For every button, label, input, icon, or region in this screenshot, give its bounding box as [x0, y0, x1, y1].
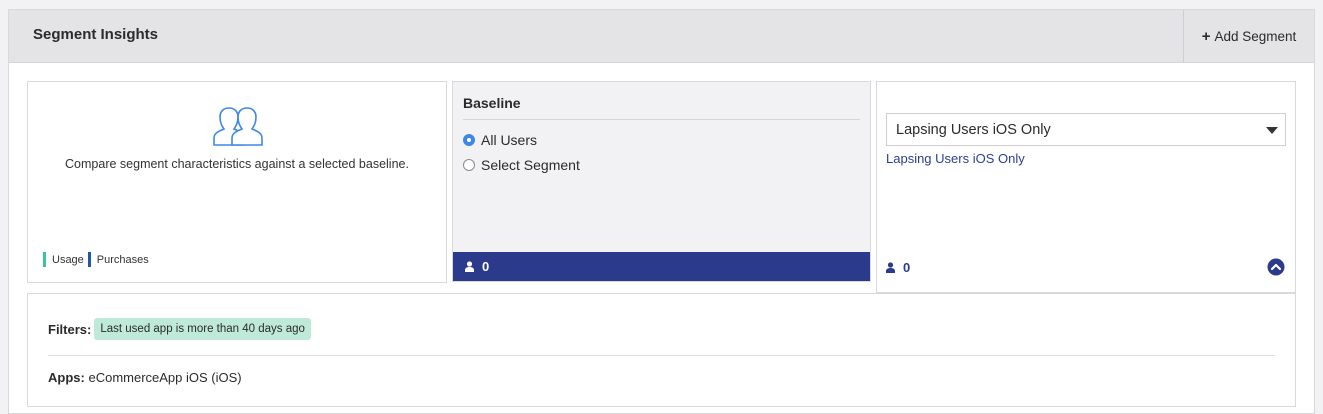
- person-icon: [465, 261, 474, 272]
- apps-label: Apps:: [48, 370, 85, 385]
- radio-all-users[interactable]: All Users: [463, 132, 537, 148]
- radio-label-all-users: All Users: [481, 132, 538, 148]
- baseline-count-bar: 0: [453, 252, 870, 281]
- add-segment-label: Add Segment: [1214, 28, 1297, 44]
- caret-down-icon: [1266, 127, 1278, 134]
- add-segment-button[interactable]: + Add Segment: [1183, 10, 1314, 62]
- radio-label-select-segment: Select Segment: [481, 157, 580, 173]
- filters-row: Filters: Last used app is more than 40 d…: [48, 318, 311, 340]
- panel-header: Segment Insights + Add Segment: [9, 10, 1314, 63]
- baseline-card: Baseline All Users Select Segment 0: [452, 81, 871, 282]
- filters-label: Filters:: [48, 321, 92, 337]
- legend-label-purchases: Purchases: [96, 253, 149, 266]
- radio-button-selected[interactable]: [463, 134, 475, 146]
- legend-item-purchases: Purchases: [87, 252, 149, 267]
- page-title: Segment Insights: [33, 26, 159, 43]
- apps-value: eCommerceApp iOS (iOS): [88, 370, 242, 385]
- person-icon: [886, 262, 895, 273]
- apps-row: Apps: eCommerceApp iOS (iOS): [48, 370, 242, 385]
- segment-count: 0: [903, 260, 911, 275]
- legend-label-usage: Usage: [52, 253, 84, 266]
- plus-icon: +: [1201, 27, 1211, 45]
- filter-chip: Last used app is more than 40 days ago: [94, 318, 311, 340]
- baseline-title: Baseline: [463, 95, 521, 111]
- segment-select-value: Lapsing Users iOS Only: [896, 121, 1051, 138]
- legend: Usage Purchases: [43, 252, 153, 267]
- chevron-up-circle-icon[interactable]: [1267, 258, 1285, 276]
- info-card: Compare segment characteristics against …: [27, 81, 447, 283]
- legend-item-usage: Usage: [43, 252, 84, 267]
- info-description: Compare segment characteristics against …: [65, 157, 409, 171]
- usage-color-bar: [43, 252, 46, 267]
- segment-count-row: 0: [886, 260, 910, 275]
- segment-card: Lapsing Users iOS Only Lapsing Users iOS…: [876, 81, 1296, 293]
- segment-link[interactable]: Lapsing Users iOS Only: [886, 151, 1025, 166]
- baseline-count: 0: [482, 259, 490, 274]
- segment-details: Filters: Last used app is more than 40 d…: [27, 293, 1296, 407]
- radio-select-segment[interactable]: Select Segment: [463, 157, 580, 173]
- segment-select[interactable]: Lapsing Users iOS Only: [886, 113, 1286, 146]
- users-icon: [213, 107, 263, 146]
- divider: [48, 355, 1275, 356]
- radio-button-unselected[interactable]: [463, 159, 475, 171]
- divider: [463, 119, 860, 120]
- purchases-color-bar: [87, 252, 91, 267]
